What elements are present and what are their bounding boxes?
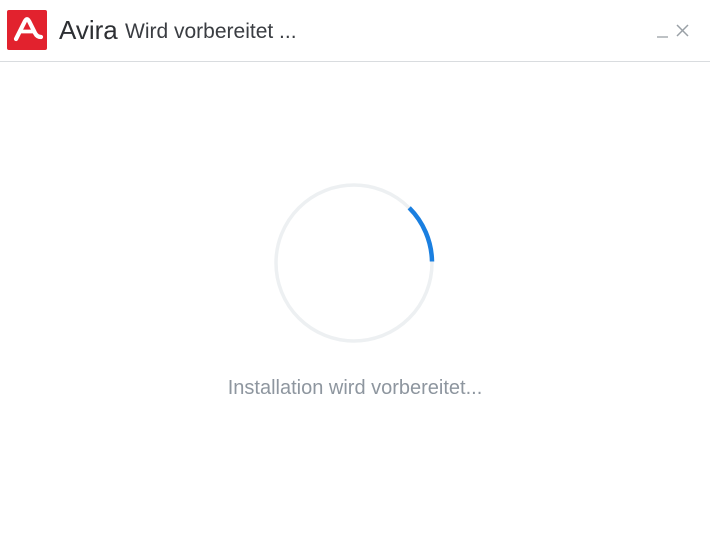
title-bar: Avira Wird vorbereitet ... [0,0,710,62]
loading-spinner [273,182,435,344]
status-message: Installation wird vorbereitet... [227,377,483,399]
minimize-button[interactable] [654,20,672,40]
close-button[interactable] [674,20,692,40]
minimize-icon [657,36,668,38]
window-title: Wird vorbereitet ... [125,20,297,43]
avira-logo-icon [7,10,47,50]
installer-window: Avira Wird vorbereitet ... Installation … [0,0,710,552]
app-name: Avira [59,15,118,45]
spinner-arc [407,206,435,262]
close-icon [676,24,689,37]
